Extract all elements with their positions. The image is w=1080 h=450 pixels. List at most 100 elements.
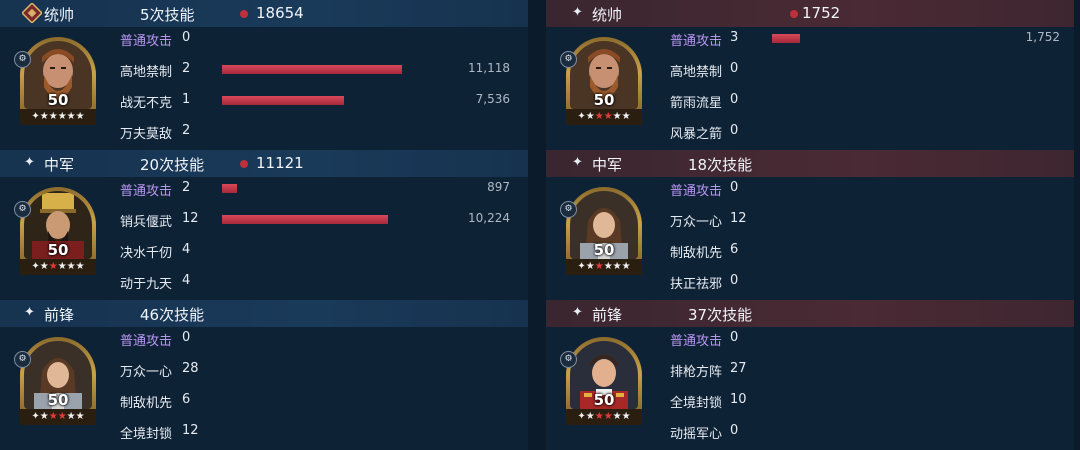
damage-dot-icon bbox=[790, 10, 798, 18]
skill-row: 排枪方阵 27 bbox=[670, 358, 1070, 380]
skill-row: 万众一心 28 bbox=[120, 358, 520, 380]
hero-card[interactable]: ⚙ 50 ✦★★★★★ bbox=[560, 187, 642, 275]
star-icon: ★ bbox=[612, 411, 622, 422]
star-icon: ★ bbox=[603, 111, 613, 122]
skill-count: 12 bbox=[730, 211, 747, 226]
section-body: ⚙ 50 ✦★★★★★ 普通攻击 0 万众一心 28 制敌机先 6 全境封锁 1… bbox=[0, 327, 528, 450]
skill-row: 普通攻击 0 bbox=[670, 177, 1070, 199]
star-cap-icon: ✦ bbox=[31, 261, 40, 272]
star-cap-icon: ✦ bbox=[31, 411, 40, 422]
star-icon: ★ bbox=[585, 111, 595, 122]
skill-name: 普通攻击 bbox=[670, 334, 723, 349]
star-icon: ★ bbox=[594, 411, 604, 422]
skill-count: 0 bbox=[182, 30, 191, 45]
skill-name: 万众一心 bbox=[120, 365, 173, 380]
hero-section-center: ✦ 中军 18次技能 ⚙ 50 ✦★★★★★ 普通攻击 0 万众一心 12 制敌… bbox=[546, 150, 1074, 300]
shield-badge-icon bbox=[22, 3, 42, 23]
hero-card[interactable]: ⚙ 50 ✦★★★★★ bbox=[14, 37, 96, 125]
hero-card[interactable]: ⚙ 50 ✦★★★★★ bbox=[560, 37, 642, 125]
skill-name: 制敌机先 bbox=[120, 396, 173, 411]
gear-icon: ⚙ bbox=[14, 201, 31, 218]
skill-row: 制敌机先 6 bbox=[120, 389, 520, 411]
role-label: 中军 bbox=[592, 156, 623, 174]
star-icon: ★ bbox=[39, 261, 49, 272]
skill-row: 扶正祛邪 0 bbox=[670, 270, 1070, 292]
skill-count: 1 bbox=[182, 92, 191, 107]
skill-row: 决水千仞 4 bbox=[120, 239, 520, 261]
damage-bar bbox=[222, 184, 237, 193]
total-damage: 11121 bbox=[256, 154, 304, 172]
hero-section-center: ✦ 中军 20次技能 11121 ⚙ 50 ✦★★★★★ 普通攻击 2 897 … bbox=[0, 150, 528, 300]
section-header: ✦ 前锋 46次技能 bbox=[0, 300, 528, 327]
skill-count: 6 bbox=[730, 242, 739, 257]
hero-section-commander: ✦ 统帅 1752 ⚙ 50 ✦★★★★★ 普通攻击 3 1,752 高地禁制 … bbox=[546, 0, 1074, 150]
skill-count: 12 bbox=[182, 423, 199, 438]
sparkle-icon: ✦ bbox=[24, 155, 35, 170]
role-label: 中军 bbox=[44, 156, 75, 174]
star-icon: ★ bbox=[585, 411, 595, 422]
star-rating: ✦★★★★★ bbox=[20, 409, 96, 425]
skill-count: 0 bbox=[730, 180, 739, 195]
star-rating: ✦★★★★★ bbox=[566, 259, 642, 275]
star-cap-icon: ✦ bbox=[577, 111, 586, 122]
star-rating: ✦★★★★★ bbox=[20, 109, 96, 125]
skill-damage: 7,536 bbox=[475, 92, 510, 106]
skill-name: 风暴之箭 bbox=[670, 127, 723, 142]
hero-section-vanguard: ✦ 前锋 37次技能 ⚙ 50 ✦★★★★★ 普通攻击 0 排枪方阵 27 全境… bbox=[546, 300, 1074, 450]
skill-row: 普通攻击 0 bbox=[670, 327, 1070, 349]
star-rating: ✦★★★★★ bbox=[566, 109, 642, 125]
left-team-panel: 统帅 5次技能 18654 ⚙ 50 ✦★★★★★ 普通攻击 0 高地禁制 2 … bbox=[0, 0, 528, 450]
skill-count: 0 bbox=[730, 423, 739, 438]
skill-row: 普通攻击 0 bbox=[120, 27, 520, 49]
hero-card[interactable]: ⚙ 50 ✦★★★★★ bbox=[560, 337, 642, 425]
gear-icon: ⚙ bbox=[14, 351, 31, 368]
star-icon: ★ bbox=[66, 261, 76, 272]
star-icon: ★ bbox=[594, 111, 604, 122]
hero-section-commander: 统帅 5次技能 18654 ⚙ 50 ✦★★★★★ 普通攻击 0 高地禁制 2 … bbox=[0, 0, 528, 150]
skill-name: 高地禁制 bbox=[670, 65, 723, 80]
star-icon: ★ bbox=[48, 411, 58, 422]
skill-name: 制敌机先 bbox=[670, 246, 723, 261]
skill-name: 销兵偃武 bbox=[120, 215, 173, 230]
star-icon: ★ bbox=[39, 111, 49, 122]
star-rating: ✦★★★★★ bbox=[20, 259, 96, 275]
sparkle-icon: ✦ bbox=[572, 5, 583, 20]
skill-name: 普通攻击 bbox=[670, 34, 723, 49]
skill-row: 全境封锁 12 bbox=[120, 420, 520, 442]
skill-row: 销兵偃武 12 10,224 bbox=[120, 208, 520, 230]
skill-count: 0 bbox=[730, 330, 739, 345]
section-header: ✦ 中军 20次技能 11121 bbox=[0, 150, 528, 177]
role-label: 统帅 bbox=[592, 6, 623, 24]
right-team-panel: ✦ 统帅 1752 ⚙ 50 ✦★★★★★ 普通攻击 3 1,752 高地禁制 … bbox=[546, 0, 1074, 450]
skill-row: 动于九天 4 bbox=[120, 270, 520, 292]
skill-count: 6 bbox=[182, 392, 191, 407]
skill-count: 2 bbox=[182, 123, 191, 138]
skill-name: 普通攻击 bbox=[120, 334, 173, 349]
section-body: ⚙ 50 ✦★★★★★ 普通攻击 3 1,752 高地禁制 0 箭雨流星 0 风… bbox=[546, 27, 1074, 150]
hero-card[interactable]: ⚙ 50 ✦★★★★★ bbox=[14, 337, 96, 425]
section-header: ✦ 前锋 37次技能 bbox=[546, 300, 1074, 327]
skill-row: 战无不克 1 7,536 bbox=[120, 89, 520, 111]
hero-level: 50 bbox=[593, 91, 615, 109]
star-icon: ★ bbox=[621, 411, 631, 422]
skill-name: 全境封锁 bbox=[120, 427, 173, 442]
skill-row: 风暴之箭 0 bbox=[670, 120, 1070, 142]
skill-casts: 5次技能 bbox=[140, 6, 195, 24]
star-icon: ★ bbox=[603, 261, 613, 272]
section-header: ✦ 中军 18次技能 bbox=[546, 150, 1074, 177]
skill-count: 0 bbox=[730, 273, 739, 288]
star-rating: ✦★★★★★ bbox=[566, 409, 642, 425]
role-label: 前锋 bbox=[592, 306, 623, 324]
gear-icon: ⚙ bbox=[560, 51, 577, 68]
star-cap-icon: ✦ bbox=[577, 411, 586, 422]
skill-damage: 1,752 bbox=[1025, 30, 1060, 44]
sparkle-icon: ✦ bbox=[24, 305, 35, 320]
skill-count: 2 bbox=[182, 180, 191, 195]
hero-card[interactable]: ⚙ 50 ✦★★★★★ bbox=[14, 187, 96, 275]
hero-section-vanguard: ✦ 前锋 46次技能 ⚙ 50 ✦★★★★★ 普通攻击 0 万众一心 28 制敌… bbox=[0, 300, 528, 450]
skill-count: 0 bbox=[730, 123, 739, 138]
skill-name: 万众一心 bbox=[670, 215, 723, 230]
skill-name: 战无不克 bbox=[120, 96, 173, 111]
star-icon: ★ bbox=[57, 111, 67, 122]
star-icon: ★ bbox=[612, 261, 622, 272]
